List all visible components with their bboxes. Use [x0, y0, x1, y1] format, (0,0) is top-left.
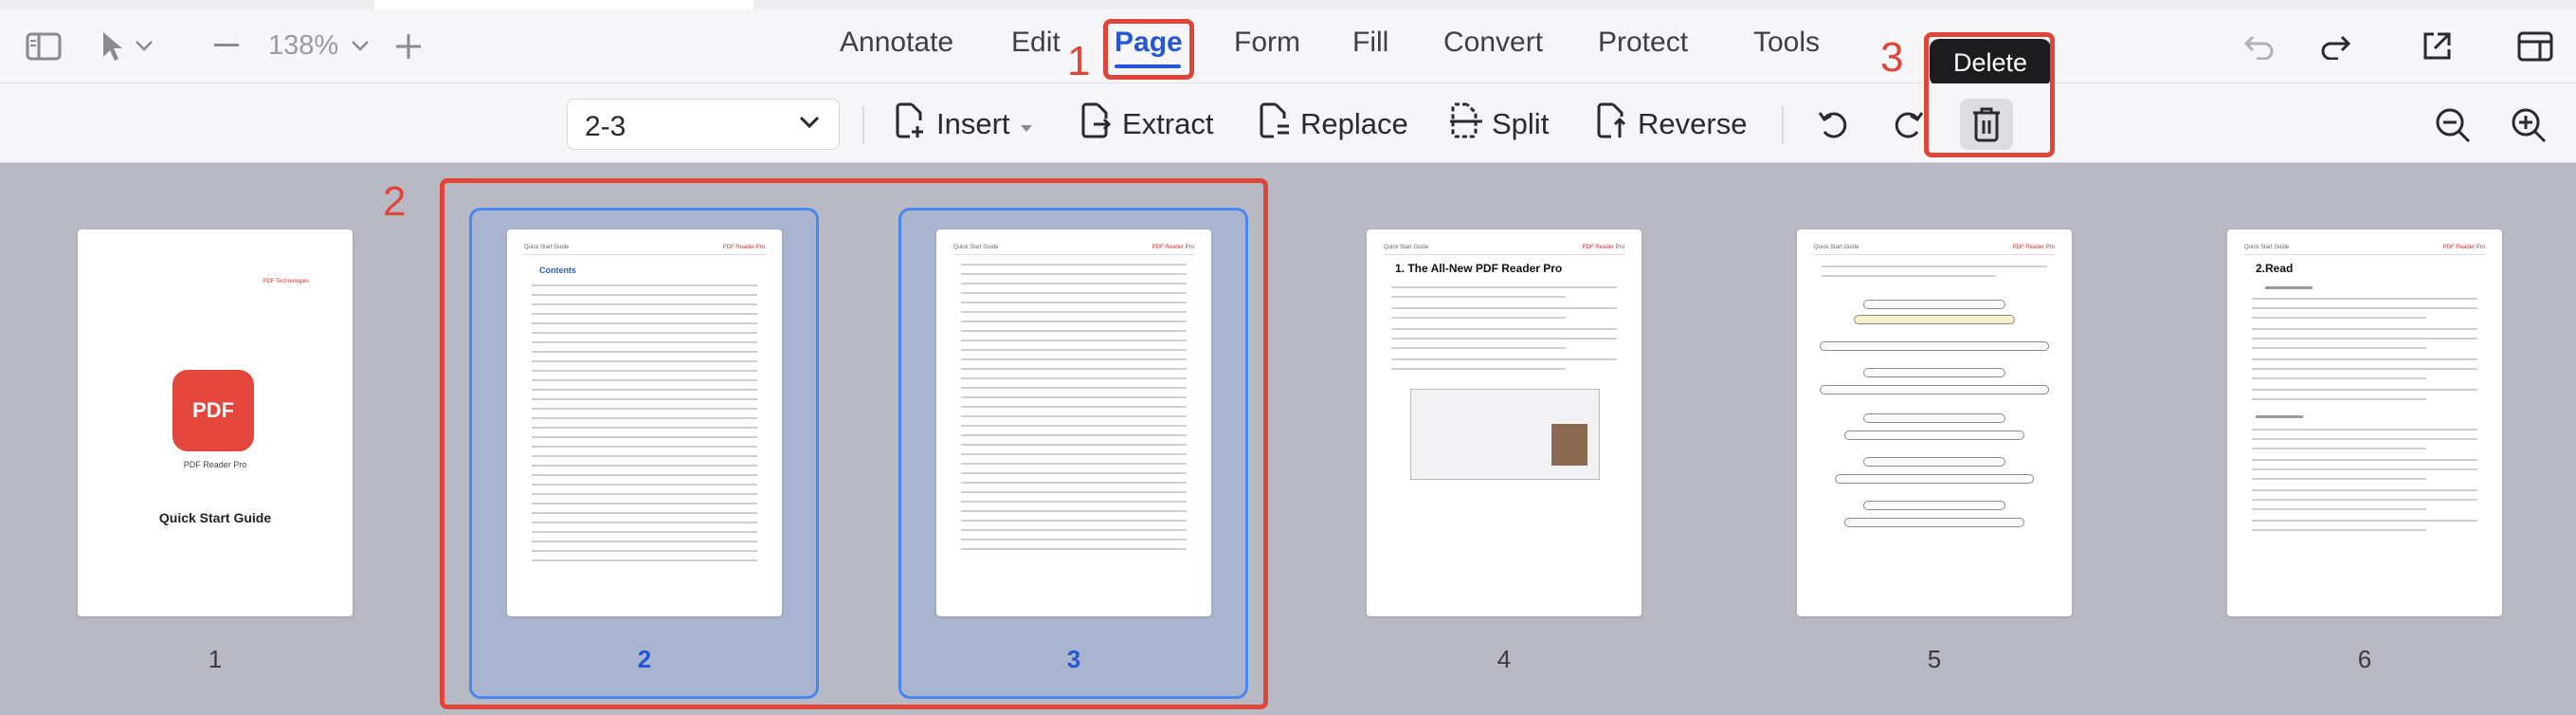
replace-page-icon	[1259, 101, 1291, 147]
page-thumbnail-3[interactable]: Quick Start Guide PDF Reader Pro	[936, 229, 1211, 616]
page-thumbnail-area	[0, 163, 2576, 715]
zoom-in-icon[interactable]	[2508, 104, 2549, 146]
page-header: Quick Start Guide	[524, 245, 570, 250]
undo-icon[interactable]	[2240, 30, 2278, 63]
replace-button[interactable]: Replace	[1259, 99, 1408, 150]
plus-icon[interactable]	[394, 32, 423, 61]
annotation-box-delete	[1924, 32, 2055, 157]
page-label-2: 2	[637, 645, 652, 673]
header-rule	[1384, 254, 1624, 255]
toolbar-divider	[862, 106, 864, 144]
share-icon[interactable]	[2419, 28, 2455, 64]
extract-page-icon	[1080, 101, 1113, 147]
page-thumbnail-4[interactable]: Quick Start Guide PDF Reader Pro 1. The …	[1367, 229, 1642, 616]
replace-label: Replace	[1300, 107, 1408, 140]
annotation-box-page-tab	[1103, 19, 1194, 80]
chevron-down-icon	[799, 116, 820, 134]
header-rule	[1814, 254, 2055, 255]
header-rule	[2244, 254, 2485, 255]
tab-form[interactable]: Form	[1234, 27, 1300, 59]
insert-label: Insert	[936, 107, 1010, 140]
page4-title: 1. The All-New PDF Reader Pro	[1395, 262, 1563, 275]
reverse-button[interactable]: Reverse	[1596, 99, 1747, 150]
window-top-strip	[0, 0, 2576, 9]
screenshot-image	[1410, 389, 1600, 480]
contents-heading: Contents	[539, 266, 576, 275]
tab-annotate[interactable]: Annotate	[840, 27, 953, 59]
page6-title: 2.Read	[2256, 262, 2294, 275]
minus-icon[interactable]	[212, 34, 241, 57]
cover-title: Quick Start Guide	[158, 510, 272, 525]
tab-tools[interactable]: Tools	[1753, 27, 1820, 59]
redo-icon[interactable]	[2316, 30, 2354, 63]
page-label-4: 4	[1497, 645, 1512, 673]
page-header: Quick Start Guide	[953, 245, 999, 250]
tab-protect[interactable]: Protect	[1598, 27, 1688, 59]
insert-button[interactable]: Insert	[895, 99, 1033, 150]
page-header-logo: PDF Reader Pro	[1582, 245, 1624, 250]
page-thumbnail-2[interactable]: Quick Start Guide PDF Reader Pro Content…	[507, 229, 782, 616]
annotation-number-1: 1	[1067, 38, 1091, 84]
page-header-logo: PDF Reader Pro	[2442, 245, 2485, 250]
header-rule	[524, 254, 765, 255]
split-page-icon	[1450, 101, 1482, 147]
page-thumbnail-1[interactable]: PDF Technologies PDF PDF Reader Pro Quic…	[78, 229, 353, 616]
caret-down-icon	[1020, 107, 1033, 141]
page-thumbnail-6[interactable]: Quick Start Guide PDF Reader Pro 2.Read	[2227, 229, 2502, 616]
page-label-6: 6	[2357, 645, 2372, 673]
page-range-value: 2-3	[585, 111, 626, 142]
chevron-down-icon[interactable]	[349, 36, 372, 55]
page-label-1: 1	[208, 645, 223, 673]
layout-icon[interactable]	[2515, 28, 2555, 64]
extract-label: Extract	[1122, 107, 1214, 140]
cover-brand: PDF Technologies	[263, 279, 309, 284]
tab-convert[interactable]: Convert	[1443, 27, 1543, 59]
pdf-logo-icon: PDF	[172, 370, 254, 451]
header-rule	[953, 254, 1194, 255]
insert-page-icon	[895, 101, 927, 147]
reverse-page-icon	[1596, 101, 1628, 147]
page-header-logo: PDF Reader Pro	[2012, 245, 2055, 250]
tab-fill[interactable]: Fill	[1352, 27, 1388, 59]
page-range-select[interactable]: 2-3	[567, 99, 840, 150]
page-header-logo: PDF Reader Pro	[1152, 245, 1194, 250]
chevron-down-icon[interactable]	[133, 36, 155, 55]
page-label-3: 3	[1066, 645, 1081, 673]
page-header-logo: PDF Reader Pro	[722, 245, 765, 250]
zoom-level: 138%	[268, 30, 339, 61]
split-button[interactable]: Split	[1450, 99, 1549, 150]
sidebar-icon[interactable]	[25, 30, 63, 63]
window-tab-segment	[374, 0, 753, 9]
tab-edit[interactable]: Edit	[1011, 27, 1061, 59]
page-header: Quick Start Guide	[2244, 245, 2290, 250]
extract-button[interactable]: Extract	[1080, 99, 1213, 150]
cover-app-name: PDF Reader Pro	[183, 460, 247, 469]
reverse-label: Reverse	[1638, 107, 1748, 140]
page-header: Quick Start Guide	[1814, 245, 1859, 250]
rotate-left-icon[interactable]	[1814, 104, 1854, 144]
page-label-5: 5	[1927, 645, 1942, 673]
rotate-right-icon[interactable]	[1888, 104, 1928, 144]
pointer-icon[interactable]	[97, 28, 129, 64]
page-header: Quick Start Guide	[1384, 245, 1429, 250]
split-label: Split	[1492, 107, 1550, 140]
zoom-out-icon[interactable]	[2432, 104, 2474, 146]
annotation-number-2: 2	[383, 178, 407, 225]
page-thumbnail-5[interactable]: Quick Start Guide PDF Reader Pro	[1797, 229, 2072, 616]
toolbar-divider	[1782, 106, 1784, 144]
annotation-number-3: 3	[1880, 34, 1904, 81]
